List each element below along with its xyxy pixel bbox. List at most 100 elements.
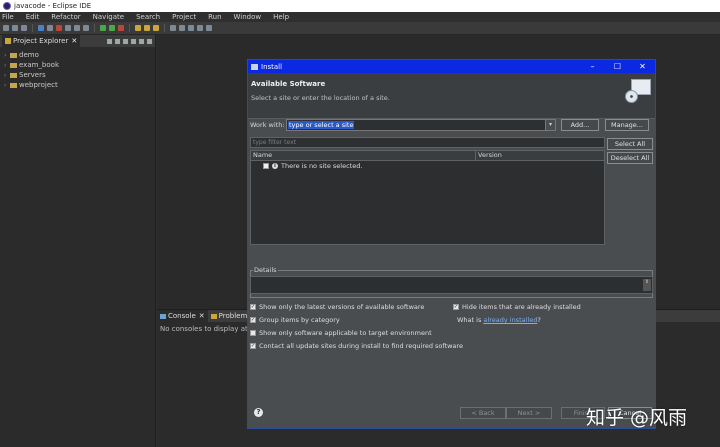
tab-project-explorer[interactable]: Project Explorer ✕ <box>2 35 81 47</box>
new-class-icon[interactable] <box>153 25 159 31</box>
hide-installed-option[interactable]: ✓ Hide items that are already installed <box>453 302 581 312</box>
hide-installed-label: Hide items that are already installed <box>462 303 581 311</box>
maximize-icon[interactable] <box>147 38 152 44</box>
toolbar-separator <box>32 24 33 32</box>
annotation-icon[interactable] <box>179 25 185 31</box>
back-button[interactable]: < Back <box>460 407 506 419</box>
window-title: javacode - Eclipse IDE <box>14 2 92 10</box>
close-icon[interactable]: ✕ <box>630 62 655 71</box>
main-toolbar <box>0 22 720 35</box>
work-with-combo[interactable]: type or select a site ▾ <box>286 119 556 131</box>
tree-item-label: Servers <box>19 71 46 79</box>
save-icon[interactable] <box>12 25 18 31</box>
open-type-icon[interactable] <box>135 25 141 31</box>
menu-file[interactable]: File <box>2 13 14 21</box>
next-button[interactable]: Next > <box>506 407 552 419</box>
work-with-value[interactable]: type or select a site <box>288 121 355 129</box>
filter-input[interactable]: type filter text <box>250 137 605 148</box>
link-editor-icon[interactable] <box>115 38 120 44</box>
project-explorer-panel: Project Explorer ✕ › demo › exam_book › Ser… <box>0 35 156 447</box>
row-checkbox[interactable] <box>263 163 269 169</box>
menu-window[interactable]: Window <box>234 13 262 21</box>
step-into-icon[interactable] <box>65 25 71 31</box>
menu-edit[interactable]: Edit <box>26 13 40 21</box>
debug-skip-icon[interactable] <box>38 25 44 31</box>
minimize-icon[interactable] <box>139 38 144 44</box>
project-folder-icon <box>10 82 17 88</box>
empty-row-text: There is no site selected. <box>281 162 363 170</box>
new-file-icon[interactable] <box>3 25 9 31</box>
menu-project[interactable]: Project <box>172 13 196 21</box>
tab-console[interactable]: Console ✕ <box>157 310 208 322</box>
checkbox-checked[interactable]: ✓ <box>250 343 256 349</box>
step-over-icon[interactable] <box>74 25 80 31</box>
pin-icon[interactable] <box>206 25 212 31</box>
problems-icon <box>210 313 217 319</box>
group-by-category-option[interactable]: ✓ Group items by category <box>250 315 340 325</box>
what-is-installed: What is already installed? <box>457 315 541 325</box>
debug-icon[interactable] <box>100 25 106 31</box>
close-icon[interactable]: ✕ <box>71 37 77 45</box>
scroll-arrows-icon[interactable]: ⇕ <box>643 279 651 291</box>
help-icon[interactable]: ? <box>254 408 263 417</box>
column-name[interactable]: Name <box>251 151 476 160</box>
forward-icon[interactable] <box>197 25 203 31</box>
latest-versions-label: Show only the latest versions of availab… <box>259 303 425 311</box>
close-icon[interactable]: ✕ <box>199 312 205 320</box>
tree-item[interactable]: › demo <box>4 50 151 60</box>
already-installed-link[interactable]: already installed <box>483 316 537 324</box>
tree-item[interactable]: › webproject <box>4 80 151 90</box>
dialog-header: Available Software Select a site or ente… <box>248 73 655 119</box>
latest-versions-option[interactable]: ✓ Show only the latest versions of avail… <box>250 302 424 312</box>
step-return-icon[interactable] <box>83 25 89 31</box>
search-icon[interactable] <box>170 25 176 31</box>
explorer-view-tools <box>107 38 155 44</box>
dialog-heading: Available Software <box>251 80 326 88</box>
checkbox-checked[interactable]: ✓ <box>250 317 256 323</box>
column-version[interactable]: Version <box>476 151 604 160</box>
view-menu-icon[interactable] <box>131 38 136 44</box>
project-folder-icon <box>10 72 17 78</box>
menu-navigate[interactable]: Navigate <box>93 13 124 21</box>
table-row[interactable]: i There is no site selected. <box>251 161 604 171</box>
project-folder-icon <box>10 52 17 58</box>
toolbar-separator <box>129 24 130 32</box>
external-tools-icon[interactable] <box>118 25 124 31</box>
tree-item[interactable]: › Servers <box>4 70 151 80</box>
minimize-icon[interactable]: – <box>580 62 605 71</box>
collapse-all-icon[interactable] <box>107 38 112 44</box>
maximize-icon[interactable]: ☐ <box>605 62 630 71</box>
menu-help[interactable]: Help <box>273 13 289 21</box>
deselect-all-button[interactable]: Deselect All <box>607 152 653 164</box>
info-icon: i <box>272 163 278 169</box>
new-package-icon[interactable] <box>144 25 150 31</box>
back-icon[interactable] <box>188 25 194 31</box>
run-icon[interactable] <box>109 25 115 31</box>
project-explorer-icon <box>5 38 11 44</box>
install-banner-icon <box>624 77 651 103</box>
suspend-icon[interactable] <box>47 25 53 31</box>
save-all-icon[interactable] <box>21 25 27 31</box>
terminate-icon[interactable] <box>56 25 62 31</box>
toolbar-separator <box>164 24 165 32</box>
menu-run[interactable]: Run <box>208 13 221 21</box>
project-explorer-tabbar: Project Explorer ✕ <box>0 35 155 47</box>
filter-icon[interactable] <box>123 38 128 44</box>
toolbar-separator <box>94 24 95 32</box>
what-is-suffix: ? <box>537 316 541 324</box>
chevron-down-icon[interactable]: ▾ <box>545 120 555 130</box>
contact-sites-label: Contact all update sites during install … <box>259 342 463 350</box>
add-button[interactable]: Add... <box>561 119 599 131</box>
target-env-option[interactable]: Show only software applicable to target … <box>250 328 432 338</box>
tree-item[interactable]: › exam_book <box>4 60 151 70</box>
select-all-button[interactable]: Select All <box>607 138 653 150</box>
checkbox-unchecked[interactable] <box>250 330 256 336</box>
manage-button[interactable]: Manage... <box>605 119 649 131</box>
what-is-prefix: What is <box>457 316 482 324</box>
eclipse-logo-icon <box>3 2 11 10</box>
menu-refactor[interactable]: Refactor <box>51 13 80 21</box>
checkbox-checked[interactable]: ✓ <box>453 304 459 310</box>
checkbox-checked[interactable]: ✓ <box>250 304 256 310</box>
menu-search[interactable]: Search <box>136 13 160 21</box>
contact-sites-option[interactable]: ✓ Contact all update sites during instal… <box>250 341 463 351</box>
